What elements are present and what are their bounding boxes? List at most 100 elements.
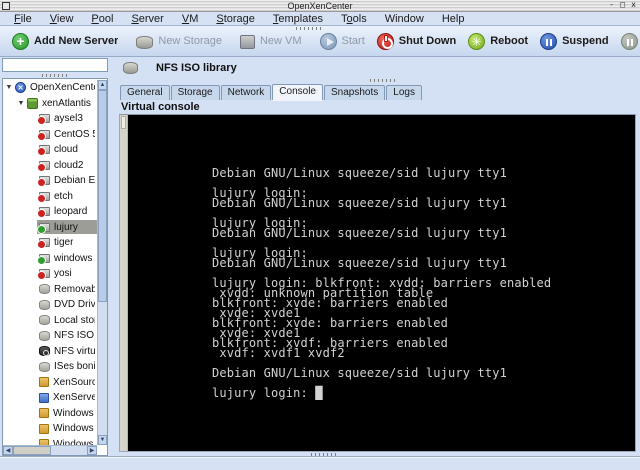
storage-icon <box>39 299 50 310</box>
scrollbar-thumb[interactable] <box>13 446 51 455</box>
menu-view[interactable]: View <box>42 13 82 25</box>
tree-item-content: Removable <box>37 282 97 296</box>
tree-item-windows-vis[interactable]: Windows Vis <box>3 437 97 445</box>
tab-bar: General Storage Network Console Snapshots Log… <box>115 84 640 100</box>
scroll-right-icon[interactable]: ▶ <box>87 446 97 455</box>
console-text: Debian GNU/Linux squeeze/sid lujury tty1… <box>212 166 552 400</box>
tree-item-openxencenter[interactable]: ▼ OpenXenCenter <box>3 80 97 96</box>
vm-stopped-icon <box>37 160 50 172</box>
console-scrollbar[interactable] <box>120 115 128 451</box>
sidebar-grip-handle[interactable] <box>42 73 68 77</box>
tree-item-label: XenServer D <box>53 392 95 404</box>
tree-horizontal-scrollbar[interactable]: ◀ ▶ <box>3 445 97 455</box>
selection-header: NFS ISO library <box>115 57 640 78</box>
vm-stopped-icon <box>37 269 50 281</box>
tree-item-lujury[interactable]: lujury <box>3 220 97 236</box>
tree-item-windows-xp[interactable]: Windows XP <box>3 421 97 437</box>
tab-storage[interactable]: Storage <box>170 85 220 100</box>
storage-icon <box>39 330 50 341</box>
tree-item-etch[interactable]: etch <box>3 189 97 205</box>
scroll-down-icon[interactable]: ▼ <box>98 435 107 445</box>
tree-item-removable[interactable]: Removable <box>3 282 97 298</box>
expander-icon[interactable]: ▼ <box>17 100 25 107</box>
tree-item-content: cloud <box>37 143 97 157</box>
tree-item-label: cloud2 <box>54 159 84 171</box>
toolbar: Add New Server New Storage New VM Start Shut… <box>0 26 640 57</box>
tab-console[interactable]: Console <box>272 84 323 100</box>
new-vm-button[interactable]: New VM <box>234 31 308 51</box>
tmpl-orange-icon <box>39 377 49 388</box>
add-new-server-button[interactable]: Add New Server <box>6 31 124 52</box>
tree-item-local-storag[interactable]: Local storag <box>3 313 97 329</box>
tree-item-yosi[interactable]: yosi <box>3 266 97 282</box>
tree-vertical-scrollbar[interactable]: ▲ ▼ <box>97 80 107 445</box>
tree-item-cloud[interactable]: cloud <box>3 142 97 158</box>
virtual-console-screen[interactable]: Debian GNU/Linux squeeze/sid lujury tty1… <box>128 115 635 451</box>
expander-icon[interactable]: ▼ <box>5 84 13 91</box>
start-button[interactable]: Start <box>314 31 371 52</box>
menu-pool[interactable]: Pool <box>83 13 121 25</box>
shutdown-icon <box>376 32 394 50</box>
tree-item-nfs-iso-libr[interactable]: NFS ISO libr <box>3 328 97 344</box>
tree-item-windows[interactable]: windows <box>3 251 97 267</box>
reboot-icon <box>468 32 486 50</box>
menu-templates[interactable]: Templates <box>265 13 331 25</box>
bottom-grip-handle[interactable] <box>311 453 337 456</box>
toolbar-grip-handle[interactable] <box>296 27 322 30</box>
menu-file[interactable]: File <box>6 13 40 25</box>
menu-tools[interactable]: Tools <box>333 13 375 25</box>
tree-item-xenserver-d[interactable]: XenServer D <box>3 390 97 406</box>
menu-help[interactable]: Help <box>434 13 473 25</box>
tab-snapshots[interactable]: Snapshots <box>324 85 386 100</box>
storage-icon <box>39 361 50 372</box>
storage-dark-icon <box>39 346 50 357</box>
scroll-up-icon[interactable]: ▲ <box>98 80 107 90</box>
resume-icon <box>620 32 638 50</box>
toolbar-button-label: New Storage <box>158 35 222 47</box>
console-frame: Debian GNU/Linux squeeze/sid lujury tty1… <box>119 114 636 452</box>
tmpl-orange-icon <box>39 423 49 434</box>
suspend-icon <box>540 32 558 50</box>
scrollbar-thumb[interactable] <box>121 116 126 129</box>
tree-item-leopard[interactable]: leopard <box>3 204 97 220</box>
tree-item-content: windows <box>37 251 97 265</box>
tree-item-tiger[interactable]: tiger <box>3 235 97 251</box>
suspend-button[interactable]: Suspend <box>534 31 614 52</box>
tree-item-label: NFS virtual <box>54 345 95 357</box>
menu-window[interactable]: Window <box>377 13 432 25</box>
reboot-button[interactable]: Reboot <box>462 31 534 52</box>
tree-item-content: Windows Vis <box>37 437 97 445</box>
tree-item-label: xenAtlantis <box>42 97 91 109</box>
tabs-grip-handle[interactable] <box>370 79 396 82</box>
tab-network[interactable]: Network <box>220 85 272 100</box>
search-input[interactable] <box>2 58 108 72</box>
tree-item-centos-5-3[interactable]: CentOS 5.3 <box>3 127 97 143</box>
tree-item-windows-xp[interactable]: Windows XP <box>3 406 97 422</box>
tree-item-cloud2[interactable]: cloud2 <box>3 158 97 174</box>
tree-item-debian-etch[interactable]: Debian Etch <box>3 173 97 189</box>
tree-item-label: windows <box>54 252 93 264</box>
vm-stopped-icon <box>37 129 50 141</box>
menu-storage[interactable]: Storage <box>208 13 263 25</box>
new-storage-button[interactable]: New Storage <box>130 32 228 51</box>
vm-stopped-icon <box>37 145 50 157</box>
tree-item-nfs-virtual[interactable]: NFS virtual <box>3 344 97 360</box>
tree-item-label: tiger <box>54 237 74 249</box>
tree-item-ises-bonita[interactable]: ISes bonita <box>3 359 97 375</box>
tree-item-xenatlantis[interactable]: ▼ xenAtlantis <box>3 96 97 112</box>
tree-item-label: yosi <box>54 268 72 280</box>
tab-general[interactable]: General <box>120 85 170 100</box>
new-vm-icon <box>239 35 255 49</box>
tree-item-xensource[interactable]: XenSource <box>3 375 97 391</box>
tree-item-dvd-drives[interactable]: DVD Drives <box>3 297 97 313</box>
shut-down-button[interactable]: Shut Down <box>371 31 462 52</box>
tab-logs[interactable]: Logs <box>386 85 422 100</box>
menu-server[interactable]: Server <box>123 13 171 25</box>
tmpl-blue-icon <box>39 392 49 403</box>
scrollbar-thumb[interactable] <box>98 90 107 302</box>
tree-item-content: Windows XP <box>37 422 97 436</box>
menu-vm[interactable]: VM <box>174 13 207 25</box>
resume-button[interactable]: Resume <box>615 31 640 52</box>
scroll-left-icon[interactable]: ◀ <box>3 446 13 455</box>
tree-item-aysel3[interactable]: aysel3 <box>3 111 97 127</box>
